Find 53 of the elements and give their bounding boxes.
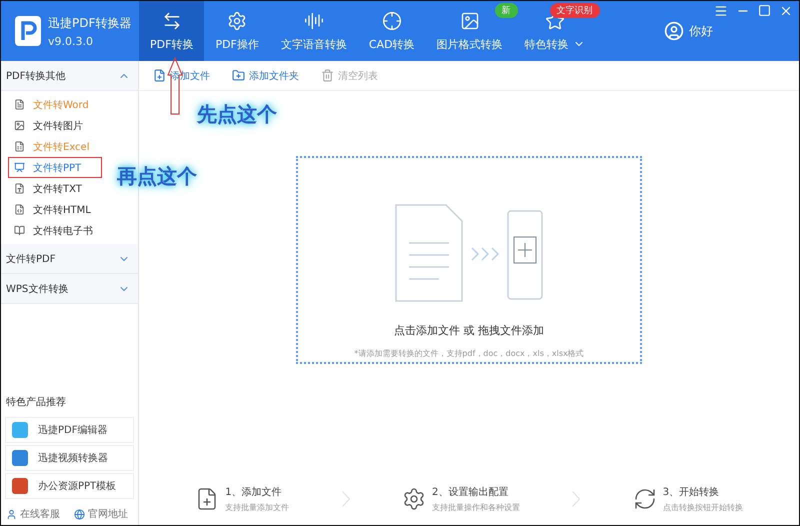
app-version: v9.0.3.0 <box>48 34 94 48</box>
sidebar-item[interactable]: 文件转PPT <box>8 157 102 178</box>
settings-icon <box>402 487 426 511</box>
app-icon <box>12 422 28 438</box>
footer-link[interactable]: 官网地址 <box>74 507 128 521</box>
product-link[interactable]: 办公资源PPT模板 <box>5 473 134 499</box>
group-header[interactable]: PDF转换其他 <box>1 61 138 91</box>
step-subtitle: 支持批量添加文件 <box>225 502 290 513</box>
person-icon <box>6 508 17 520</box>
toolbar-button[interactable]: 添加文件夹 <box>232 68 299 82</box>
menu-icon[interactable] <box>714 4 728 18</box>
step-title: 1、添加文件 <box>225 486 283 499</box>
step-subtitle: 支持批量操作和各种设置 <box>432 502 520 513</box>
nav-tab[interactable]: PDF转换 <box>139 1 204 61</box>
chevron-icon <box>572 491 580 507</box>
nav-tab[interactable]: 文字语音转换 <box>270 1 358 61</box>
step-title: 3、开始转换 <box>662 486 720 499</box>
drop-zone-title: 点击添加文件 或 拖拽文件添加 <box>394 323 544 338</box>
drop-zone[interactable]: 点击添加文件 或 拖拽文件添加 *请添加需要转换的文件，支持pdf，doc，docx，xls，xlsx格式 <box>296 156 642 364</box>
annotation-text: 先点这个 <box>197 101 277 128</box>
step-title: 2、设置输出配置 <box>432 486 510 499</box>
group-header[interactable]: 文件转PDF <box>1 244 138 274</box>
section-title: 特色产品推荐 <box>5 396 67 410</box>
globe-icon <box>74 508 85 520</box>
badge: 新 <box>494 3 518 18</box>
refresh-icon <box>632 487 657 511</box>
add-folder-icon <box>232 69 245 82</box>
product-link[interactable]: 迅捷PDF编辑器 <box>5 417 134 443</box>
product-link[interactable]: 迅捷视频转换器 <box>5 445 134 471</box>
step-subtitle: 点击转换按钮开始转换 <box>662 502 743 513</box>
chevron-icon <box>342 491 350 507</box>
nav-tab[interactable]: PDF操作 <box>204 1 270 61</box>
nav-tab[interactable]: CAD转换 <box>358 1 426 61</box>
drop-zone-hint: *请添加需要转换的文件，支持pdf，doc，docx，xls，xlsx格式 <box>354 348 584 359</box>
footer-link[interactable]: 在线客服 <box>6 507 60 521</box>
app-logo <box>15 16 41 46</box>
arrows-icon <box>162 10 182 30</box>
annotation-text: 再点这个 <box>117 163 197 190</box>
maximize-icon[interactable] <box>758 4 771 17</box>
badge: 文字识别 <box>550 3 600 18</box>
add-file-icon <box>153 69 166 82</box>
close-icon[interactable] <box>779 4 793 18</box>
app-icon <box>12 450 28 466</box>
app-name: 迅捷PDF转换器 <box>48 14 132 32</box>
user-icon <box>664 21 684 41</box>
wave-icon <box>304 10 324 30</box>
crosshair-icon <box>382 10 402 30</box>
settings-icon <box>227 10 248 30</box>
app-icon <box>12 478 28 494</box>
trash-icon <box>321 69 334 82</box>
group-header[interactable]: WPS文件转换 <box>1 274 138 304</box>
user-button[interactable]: 你好 <box>658 1 719 61</box>
image-icon <box>460 10 480 30</box>
